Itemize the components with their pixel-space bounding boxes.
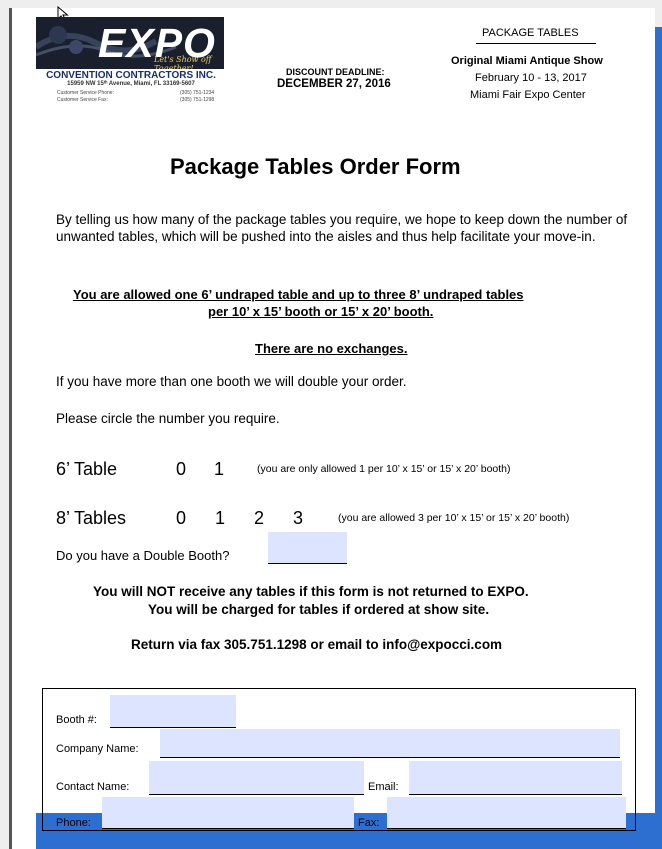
company-name-field[interactable] bbox=[160, 729, 620, 757]
fax-underline bbox=[387, 828, 626, 829]
form-title: Package Tables Order Form bbox=[170, 154, 461, 179]
viewer-top-strip bbox=[0, 0, 662, 8]
phone-label: Phone: bbox=[56, 817, 91, 829]
company-address: 15959 NW 15ᵗʰ Avenue, Miami, FL 33169-56… bbox=[67, 81, 195, 87]
fax-field[interactable] bbox=[387, 797, 626, 828]
six-ft-table-label: 6’ Table bbox=[56, 459, 118, 479]
service-fax-label: Customer Service Fax: bbox=[57, 97, 108, 103]
no-exchanges-notice: There are no exchanges. bbox=[255, 341, 408, 356]
email-underline bbox=[409, 794, 622, 795]
return-instructions: Return via fax 305.751.1298 or email to … bbox=[131, 637, 503, 652]
service-phone: (305) 751-1234 bbox=[180, 90, 215, 96]
booth-number-underline bbox=[110, 727, 236, 728]
phone-field[interactable] bbox=[102, 797, 354, 828]
no-tables-warning: You will NOT receive any tables if this … bbox=[93, 584, 529, 599]
eight-ft-option-2[interactable]: 2 bbox=[254, 508, 264, 529]
eight-ft-option-0[interactable]: 0 bbox=[176, 508, 186, 529]
email-label: Email: bbox=[368, 781, 399, 793]
booth-number-field[interactable] bbox=[110, 695, 236, 727]
service-phone-label: Customer Service Phone: bbox=[57, 90, 114, 96]
fax-label: Fax: bbox=[358, 817, 380, 829]
show-name: Original Miami Antique Show bbox=[451, 55, 603, 67]
email-field[interactable] bbox=[409, 761, 622, 794]
contact-name-field[interactable] bbox=[149, 761, 364, 794]
intro-paragraph: By telling us how many of the package ta… bbox=[56, 212, 628, 244]
allowance-rule-line2: per 10’ x 15’ booth or 15’ x 20’ booth. bbox=[208, 304, 434, 319]
show-venue: Miami Fair Expo Center bbox=[470, 89, 586, 101]
double-booth-underline bbox=[268, 563, 347, 564]
service-fax: (305) 751-1298 bbox=[180, 97, 215, 103]
show-site-charge-warning: You will be charged for tables if ordere… bbox=[148, 602, 490, 617]
show-dates: February 10 - 13, 2017 bbox=[475, 72, 587, 84]
company-name-label: Company Name: bbox=[56, 743, 139, 755]
deadline-date: DECEMBER 27, 2016 bbox=[277, 78, 391, 90]
expo-logo: EXPO Let's Show off Together! bbox=[36, 17, 224, 69]
double-order-note: If you have more than one booth we will … bbox=[56, 374, 407, 389]
circle-instruction: Please circle the number you require. bbox=[56, 411, 280, 426]
six-ft-option-1[interactable]: 1 bbox=[214, 459, 224, 480]
deadline-label: DISCOUNT DEADLINE: bbox=[286, 67, 385, 77]
heading-underline bbox=[476, 43, 596, 44]
page-border-right bbox=[655, 27, 662, 849]
double-booth-field[interactable] bbox=[268, 532, 347, 563]
eight-ft-table-label: 8’ Tables bbox=[56, 508, 127, 528]
eight-ft-option-3[interactable]: 3 bbox=[293, 508, 303, 529]
six-ft-option-0[interactable]: 0 bbox=[176, 459, 186, 480]
company-name: CONVENTION CONTRACTORS INC. bbox=[46, 70, 216, 81]
eight-ft-option-1[interactable]: 1 bbox=[215, 508, 225, 529]
logo-tagline: Let's Show off Together! bbox=[154, 55, 212, 69]
booth-number-label: Booth #: bbox=[56, 714, 97, 726]
double-booth-question: Do you have a Double Booth? bbox=[56, 548, 230, 563]
eight-ft-allowance-note: (you are allowed 3 per 10’ x 15’ or 15’ … bbox=[338, 512, 570, 524]
allowance-rule-line1: You are allowed one 6’ undraped table an… bbox=[73, 287, 524, 302]
company-name-underline bbox=[160, 757, 620, 758]
package-tables-heading: PACKAGE TABLES bbox=[482, 27, 579, 39]
phone-underline bbox=[102, 828, 354, 829]
contact-name-label: Contact Name: bbox=[56, 781, 130, 793]
contact-name-underline bbox=[149, 794, 364, 795]
six-ft-allowance-note: (you are only allowed 1 per 10’ x 15’ or… bbox=[257, 463, 511, 475]
